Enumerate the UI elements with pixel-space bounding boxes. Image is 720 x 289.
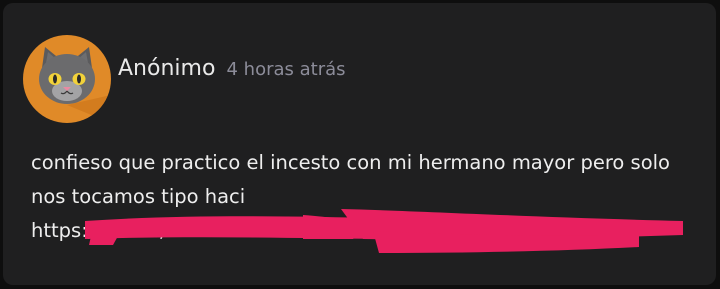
body-line-1: confieso que practico el incesto con mi … — [31, 151, 670, 174]
cat-face-icon — [39, 47, 111, 123]
post-timestamp: 4 horas atrás — [226, 59, 346, 80]
body-link[interactable]: https://x.com/ — [31, 214, 691, 248]
post-header: Anónimo 4 horas atrás — [118, 53, 346, 86]
post-body: confieso que practico el incesto con mi … — [31, 146, 691, 248]
post-card: Anónimo 4 horas atrás confieso que pract… — [3, 3, 716, 285]
avatar[interactable] — [23, 35, 111, 123]
body-line-2: nos tocamos tipo haci — [31, 185, 246, 208]
author-name[interactable]: Anónimo — [118, 56, 215, 81]
